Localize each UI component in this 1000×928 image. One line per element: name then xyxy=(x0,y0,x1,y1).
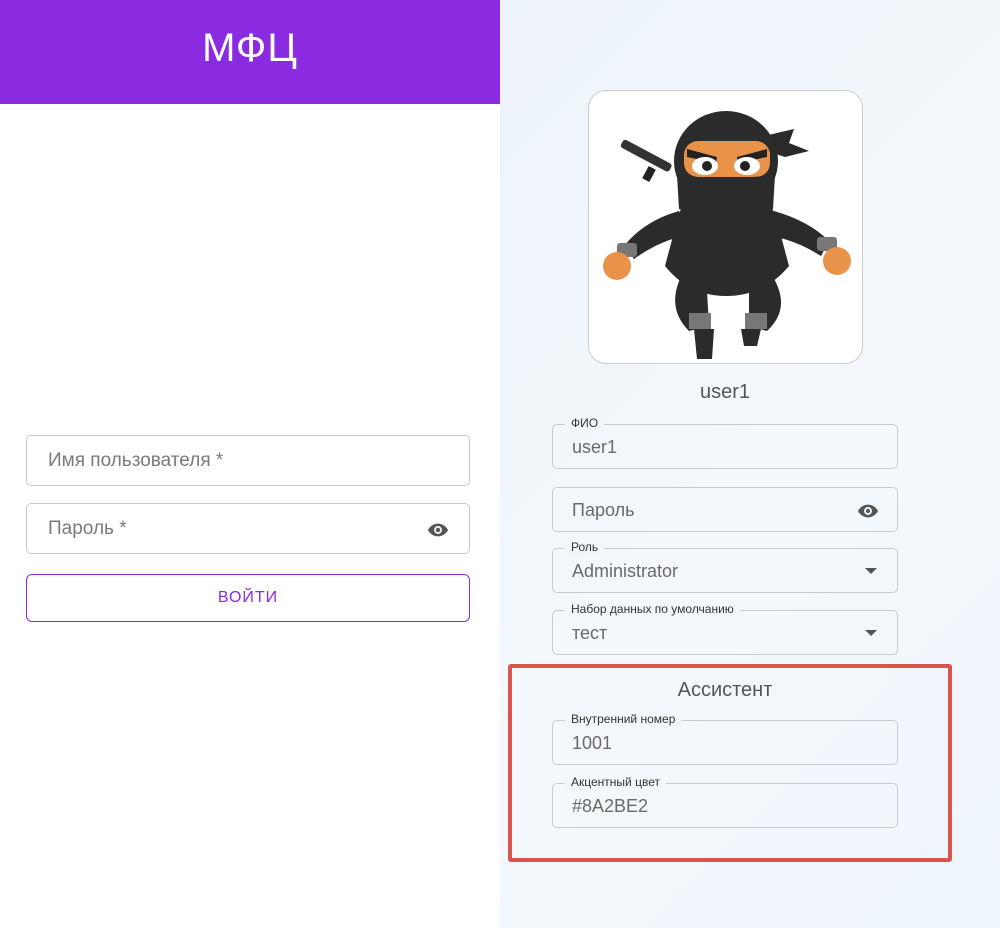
profile-password-field[interactable]: Пароль xyxy=(552,487,898,532)
eye-icon[interactable] xyxy=(427,519,449,541)
avatar[interactable] xyxy=(588,90,863,364)
login-button[interactable]: ВОЙТИ xyxy=(26,574,470,622)
username-input[interactable]: Имя пользователя * xyxy=(26,435,470,486)
extension-value: 1001 xyxy=(572,733,613,753)
profile-username: user1 xyxy=(699,381,751,403)
fio-field[interactable]: ФИО user1 xyxy=(552,415,898,469)
eye-icon[interactable] xyxy=(857,500,879,522)
chevron-down-icon[interactable] xyxy=(865,630,877,636)
accent-color-value: #8A2BE2 xyxy=(572,796,649,816)
app-title: МФЦ xyxy=(202,26,298,70)
accent-color-field[interactable]: Акцентный цвет #8A2BE2 xyxy=(552,774,898,828)
profile-panel: user1 ФИО user1 Пароль Роль Administrato… xyxy=(500,0,1000,928)
ninja-avatar-icon xyxy=(603,111,851,359)
fio-label: ФИО xyxy=(565,415,605,431)
role-select[interactable]: Роль Administrator xyxy=(552,539,898,593)
fio-value: user1 xyxy=(572,437,618,457)
dataset-value: тест xyxy=(572,623,608,643)
username-placeholder: Имя пользователя * xyxy=(48,450,224,471)
login-panel: МФЦ Имя пользователя * Пароль * ВОЙТИ xyxy=(0,0,500,928)
extension-field[interactable]: Внутренний номер 1001 xyxy=(552,711,898,765)
chevron-down-icon[interactable] xyxy=(865,568,877,574)
app-bar: МФЦ xyxy=(0,0,500,104)
assistant-title: Ассистент xyxy=(677,679,773,701)
password-placeholder: Пароль * xyxy=(48,518,127,539)
password-input[interactable]: Пароль * xyxy=(26,503,470,554)
accent-color-label: Акцентный цвет xyxy=(565,774,666,790)
role-label: Роль xyxy=(565,539,605,555)
role-value: Administrator xyxy=(572,561,679,581)
profile-password-placeholder: Пароль xyxy=(572,500,635,520)
dataset-select[interactable]: Набор данных по умолчанию тест xyxy=(552,601,898,655)
dataset-label: Набор данных по умолчанию xyxy=(565,601,740,617)
extension-label: Внутренний номер xyxy=(565,711,682,727)
